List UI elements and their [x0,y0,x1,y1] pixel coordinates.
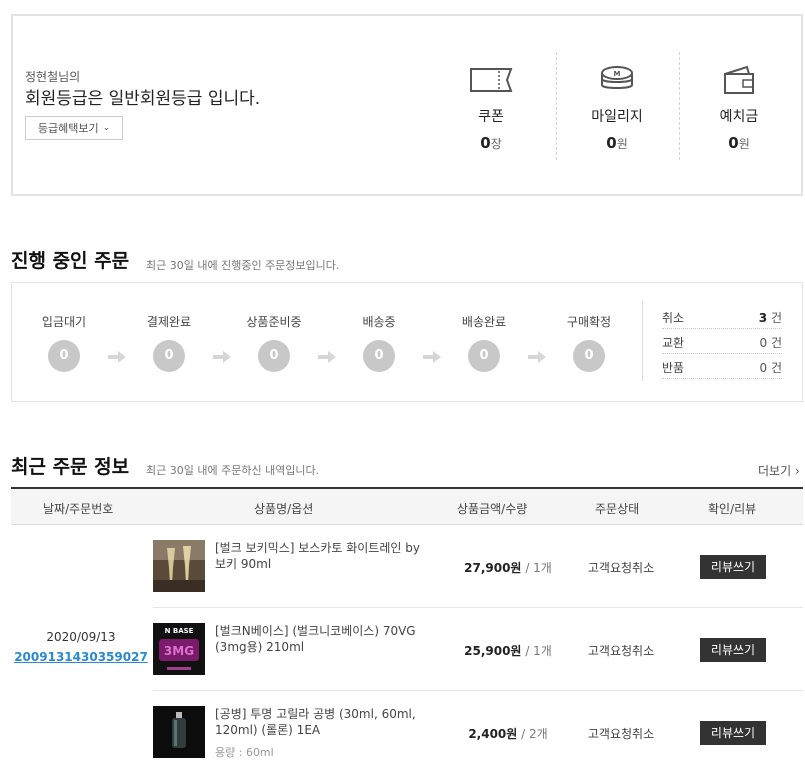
write-review-button[interactable]: 리뷰쓰기 [700,555,766,579]
coupon-icon [470,68,513,92]
wallet-icon [724,65,754,94]
write-review-button[interactable]: 리뷰쓰기 [700,721,766,745]
step-purchase-confirmed[interactable]: 구매확정 0 [544,313,634,372]
col-price: 상품금액/수량 [457,502,528,516]
order-date: 2020/09/13 [46,630,116,644]
coupon-unit: 장 [490,137,502,151]
stat-divider [679,52,680,160]
exchange-count: 0 [759,336,768,350]
step-count: 0 [573,340,605,372]
step-label: 배송중 [362,315,396,329]
chevron-down-icon: ⌄ [102,123,111,133]
step-label: 배송완료 [461,315,507,329]
step-pending-payment[interactable]: 입금대기 0 [19,313,109,372]
order-number-link[interactable]: 2009131430359027 [11,650,151,664]
svg-text:M: M [614,70,621,78]
recent-description: 최근 30일 내에 주문하신 내역입니다. [146,464,320,477]
product-thumbnail[interactable] [153,706,205,758]
return-count: 0 [759,361,768,375]
return-label: 반품 [662,361,685,375]
member-name: 정현철님의 [25,70,81,84]
thumb-strength-text: 3MG [164,644,194,658]
product-qty: 2개 [529,727,548,741]
product-qty: 1개 [533,561,552,575]
cancel-unit: 건 [770,311,782,325]
product-price: 27,900원 [464,561,522,575]
mileage-unit: 원 [616,137,628,151]
deposit-value: 0 [728,134,739,152]
coupon-stat[interactable]: 쿠폰 0장 [436,64,546,152]
product-name[interactable]: [벌크 보키믹스] 보스카토 화이트레인 by 보키 90ml [215,540,425,572]
step-delivered[interactable]: 배송완료 0 [439,313,529,372]
col-product: 상품명/옵션 [254,502,314,516]
product-qty: 1개 [533,644,552,658]
deposit-stat[interactable]: 예치금 0원 [684,64,794,152]
table-header: 날짜/주문번호 상품명/옵션 상품금액/수량 주문상태 확인/리뷰 [11,487,803,525]
cancel-row[interactable]: 취소 3 건 [662,305,782,329]
coupon-label: 쿠폰 [478,109,504,125]
step-count: 0 [258,340,290,372]
step-payment-complete[interactable]: 결제완료 0 [124,313,214,372]
product-price: 25,900원 [464,644,522,658]
table-row: [벌크 보키믹스] 보스카토 화이트레인 by 보키 90ml 27,900원 … [153,525,803,608]
coins-icon: M [601,66,633,89]
step-label: 입금대기 [41,315,87,329]
more-label: 더보기 [758,464,792,478]
step-preparing[interactable]: 상품준비중 0 [229,313,319,372]
product-name[interactable]: [공병] 투명 고릴라 공병 (30ml, 60ml, 120ml) (롤론) … [215,706,425,738]
product-thumbnail[interactable]: N BASE 3MG [153,623,205,675]
member-summary: 정현철님의 회원등급은 일반회원등급 입니다. 등급혜택보기 ⌄ 쿠폰 0장 M… [11,14,803,196]
step-label: 구매확정 [566,315,612,329]
exchange-label: 교환 [662,336,685,350]
grade-benefit-label: 등급혜택보기 [37,122,99,135]
order-status: 고객요청취소 [587,561,655,575]
mileage-label: 마일리지 [591,109,643,125]
col-date: 날짜/주문번호 [43,502,114,516]
col-review: 확인/리뷰 [708,502,757,516]
product-price: 2,400원 [468,727,518,741]
return-unit: 건 [770,361,782,375]
product-thumbnail[interactable] [153,540,205,592]
write-review-button[interactable]: 리뷰쓰기 [700,638,766,662]
grade-benefit-button[interactable]: 등급혜택보기 ⌄ [25,116,123,140]
table-row: N BASE 3MG [벌크N베이스] (벌크니코베이스) 70VG (3mg용… [153,608,803,691]
product-name[interactable]: [벌크N베이스] (벌크니코베이스) 70VG (3mg용) 210ml [215,623,425,655]
order-status: 고객요청취소 [587,727,655,741]
order-status: 고객요청취소 [587,644,655,658]
mileage-value: 0 [606,134,617,152]
step-count: 0 [363,340,395,372]
step-count: 0 [153,340,185,372]
step-shipping[interactable]: 배송중 0 [334,313,424,372]
progress-panel: 입금대기 0 결제완료 0 상품준비중 0 배송중 0 배송완료 0 구매확정 … [11,282,803,402]
progress-title: 진행 중인 주문 [11,250,130,272]
step-label: 상품준비중 [246,315,302,329]
step-count: 0 [48,340,80,372]
coupon-value: 0 [480,134,491,152]
progress-description: 최근 30일 내에 진행중인 주문정보입니다. [146,259,340,272]
member-grade: 회원등급은 일반회원등급 입니다. [25,89,261,109]
cancel-label: 취소 [662,311,685,325]
exchange-row[interactable]: 교환 0 건 [662,330,782,354]
order-date-cell: 2020/09/13 2009131430359027 [11,630,151,664]
chevron-right-icon: › [794,464,800,478]
stat-divider [556,52,557,160]
more-link[interactable]: 더보기 › [758,462,800,479]
deposit-label: 예치금 [719,109,759,125]
mileage-stat[interactable]: M 마일리지 0원 [562,64,672,152]
step-count: 0 [468,340,500,372]
cancel-count: 3 [758,311,768,325]
progress-divider [642,301,643,381]
product-option: 용량 : 60ml [215,746,274,759]
recent-title: 최근 주문 정보 [11,456,130,478]
deposit-unit: 원 [738,137,750,151]
step-label: 결제완료 [146,315,192,329]
col-status: 주문상태 [595,502,640,516]
return-row[interactable]: 반품 0 건 [662,355,782,379]
exchange-unit: 건 [770,336,782,350]
thumb-brand-text: N BASE [165,627,194,635]
table-row: [공병] 투명 고릴라 공병 (30ml, 60ml, 120ml) (롤론) … [153,691,803,769]
